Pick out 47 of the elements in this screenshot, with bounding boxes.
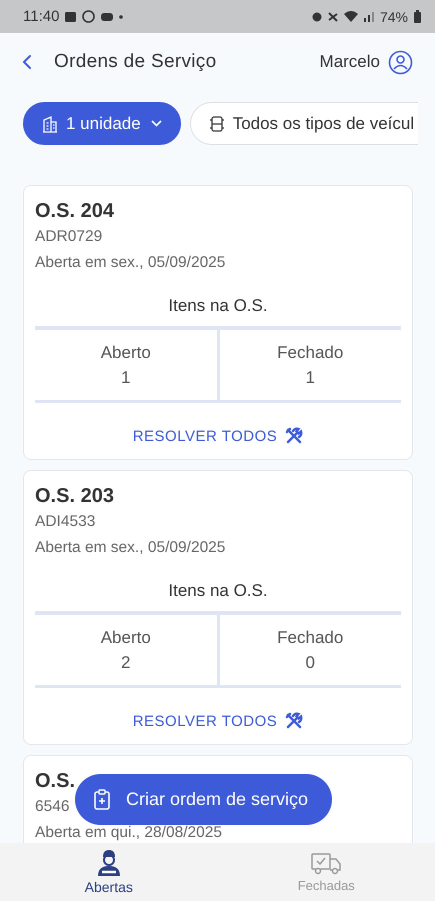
clipboard-icon <box>93 788 111 810</box>
count-value: 1 <box>306 367 315 389</box>
order-card[interactable]: O.S. 204 ADR0729 Aberta em sex., 05/09/2025 Itens na O.S. Aberto 1 Fechado 1 RESOLVER TODOS <box>23 185 413 460</box>
vehicle-plate: ADI4533 <box>35 512 96 532</box>
chat-icon <box>82 10 96 23</box>
order-number: O.S. <box>35 770 76 793</box>
create-order-button[interactable]: Criar ordem de serviço <box>75 774 332 825</box>
count-value: 1 <box>121 367 130 389</box>
building-icon <box>42 114 58 132</box>
mute-icon <box>328 12 338 22</box>
page-title: Ordens de Serviço <box>54 51 216 73</box>
user-icon[interactable] <box>388 50 413 74</box>
back-icon[interactable] <box>22 54 32 70</box>
status-time: 11:40 <box>23 8 60 25</box>
filter-chip[interactable]: Todos os tipos de veícul <box>190 102 418 145</box>
battery-icon <box>414 10 421 23</box>
resolve-all-button[interactable]: RESOLVER TODOS <box>128 423 308 449</box>
count-label: Fechado <box>277 627 344 649</box>
signal-icon <box>364 12 374 22</box>
order-card[interactable]: O.S. 203 ADI4533 Aberta em sex., 05/09/2025 Itens na O.S. Aberto 2 Fechado 0 RESOLVER TODOS <box>23 470 413 745</box>
dot-icon <box>119 14 124 18</box>
opened-date: Aberta em sex., 05/09/2025 <box>35 253 226 273</box>
count-value: 0 <box>306 652 315 674</box>
tools-icon <box>285 427 304 445</box>
mechanic-icon <box>96 849 122 877</box>
count-value: 2 <box>121 652 130 674</box>
caret-icon <box>150 120 162 127</box>
filter-chip[interactable]: 1 unidade <box>23 102 181 145</box>
count-label: Fechado <box>277 342 344 364</box>
vehicle-plate: ADR0729 <box>35 227 102 247</box>
vehicle-plate: 6546 <box>35 797 70 817</box>
order-number: O.S. 204 <box>35 200 114 223</box>
user-name: Marcelo <box>320 52 380 72</box>
opened-date: Aberta em qui., 28/08/2025 <box>35 823 222 843</box>
order-number: O.S. 203 <box>35 485 114 508</box>
nav-tab[interactable]: Abertas <box>0 843 218 901</box>
gallery-icon <box>65 12 76 22</box>
count-label: Aberto <box>100 342 151 364</box>
battery-level: 74% <box>380 8 408 24</box>
wifi-icon <box>344 11 358 22</box>
resolve-all-button[interactable]: RESOLVER TODOS <box>128 708 308 734</box>
items-heading: Itens na O.S. <box>35 296 401 330</box>
count-label: Aberto <box>100 627 151 649</box>
truck-icon <box>309 852 344 876</box>
tools-icon <box>285 712 304 730</box>
items-heading: Itens na O.S. <box>35 581 401 615</box>
opened-date: Aberta em sex., 05/09/2025 <box>35 538 226 558</box>
